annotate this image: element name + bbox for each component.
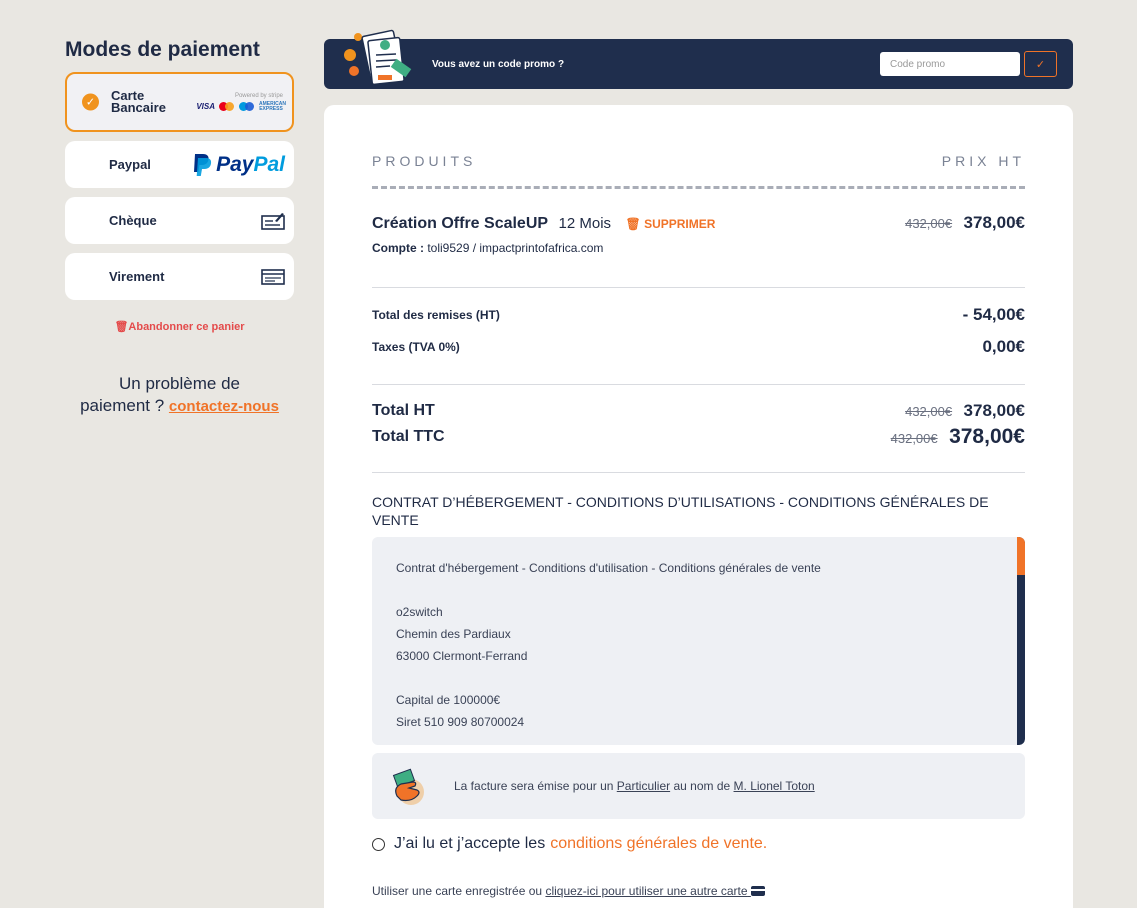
cheque-icon (261, 212, 285, 230)
invoice-prefix: La facture sera émise pour un (454, 779, 614, 793)
saved-card-row: Utiliser une carte enregistrée ou clique… (372, 884, 1025, 898)
taxes-label: Taxes (TVA 0%) (372, 340, 460, 354)
other-card-link[interactable]: cliquez-ici pour utiliser une autre cart… (545, 884, 765, 898)
mastercard-logo (219, 102, 235, 111)
divider (372, 287, 1025, 288)
promo-submit-button[interactable]: ✓ (1024, 51, 1057, 77)
terms-line: 63000 Clermont-Ferrand (396, 649, 528, 663)
accept-terms-text: J’ai lu et j’accepte les (394, 835, 546, 852)
accept-terms-radio[interactable] (372, 837, 385, 851)
card-brands: Powered by stripe VISA AMERICAN EXPRESS (196, 92, 286, 112)
card-label-line2: Bancaire (111, 100, 166, 115)
delete-product-button[interactable]: 🗑 SUPPRIMER (626, 217, 716, 231)
taxes-row: Taxes (TVA 0%) 0,00€ (372, 337, 1025, 357)
paypal-logo-pal: Pal (253, 152, 285, 176)
payment-option-cheque[interactable]: Chèque (65, 197, 294, 244)
discounts-value: - 54,00€ (962, 305, 1025, 324)
total-ttc-row: Total TTC 432,00€ 378,00€ (372, 425, 1025, 449)
divider (372, 384, 1025, 385)
payment-methods-title: Modes de paiement (65, 38, 260, 61)
delete-label: SUPPRIMER (644, 217, 716, 231)
trash-icon: 🗑 (114, 321, 129, 333)
taxes-value: 0,00€ (982, 337, 1025, 356)
abandon-cart-link[interactable]: 🗑Abandonner ce panier (65, 320, 294, 333)
payment-option-cheque-label: Chèque (109, 212, 157, 228)
terms-scrollbar[interactable] (1017, 537, 1025, 745)
column-price: PRIX HT (941, 153, 1025, 169)
promo-code-input[interactable] (880, 52, 1020, 76)
amex-logo: AMERICAN EXPRESS (259, 100, 286, 112)
cart-header: PRODUITS PRIX HT (372, 153, 1025, 169)
invoice-type-link[interactable]: Particulier (617, 779, 670, 793)
paypal-logo-pay: Pay (216, 152, 254, 176)
visa-logo: VISA (196, 102, 215, 111)
terms-scrollbar-thumb[interactable] (1017, 537, 1025, 575)
discounts-label: Total des remises (HT) (372, 308, 500, 322)
abandon-cart-label: Abandonner ce panier (128, 321, 245, 333)
stripe-badge: Powered by stripe (234, 92, 283, 99)
payment-problem: Un problème de paiement ? contactez-nous (65, 373, 294, 418)
contact-link[interactable]: contactez-nous (169, 398, 279, 415)
column-products: PRODUITS (372, 153, 477, 169)
total-ht-old: 432,00€ (905, 404, 953, 419)
divider (372, 472, 1025, 473)
account-label: Compte : (372, 241, 424, 255)
total-ht-label: Total HT (372, 402, 435, 419)
discounts-row: Total des remises (HT) - 54,00€ (372, 305, 1025, 325)
total-ht-value: 378,00€ (963, 401, 1025, 420)
terms-line: o2switch (396, 605, 443, 619)
terms-line: Chemin des Pardiaux (396, 627, 511, 641)
promo-question: Vous avez un code promo ? (432, 58, 565, 70)
payment-methods-panel: Modes de paiement ✓ Carte Bancaire Power… (65, 38, 294, 418)
money-hand-icon (392, 768, 424, 805)
payment-option-card[interactable]: ✓ Carte Bancaire Powered by stripe VISA … (65, 72, 294, 132)
product-duration: 12 Mois (558, 215, 612, 232)
promo-document-icon (344, 29, 412, 86)
cart-summary-card: PRODUITS PRIX HT Création Offre ScaleUP … (324, 105, 1073, 908)
terms-line: Siret 510 909 80700024 (396, 715, 525, 729)
check-icon: ✓ (1035, 58, 1046, 71)
terms-link-text: conditions générales de vente (550, 835, 763, 852)
invoice-name-link[interactable]: M. Lionel Toton (734, 779, 815, 793)
accept-terms: J’ai lu et j’accepte les conditions géné… (372, 835, 1025, 853)
paypal-mark-icon (194, 153, 212, 176)
total-ttc-value: 378,00€ (949, 425, 1025, 448)
total-ttc-label: Total TTC (372, 428, 445, 445)
payment-option-card-label: Carte Bancaire (111, 89, 166, 115)
terms-line: Capital de 100000€ (396, 693, 501, 707)
cart-product: Création Offre ScaleUP 12 Mois 🗑 SUPPRIM… (372, 213, 1025, 255)
product-name: Création Offre ScaleUP (372, 215, 549, 232)
saved-card-text: Utiliser une carte enregistrée ou (372, 884, 543, 898)
product-price: 378,00€ (963, 213, 1025, 232)
product-old-price: 432,00€ (905, 216, 953, 231)
payment-option-paypal-label: Paypal (109, 156, 151, 172)
problem-text-1: Un problème de (119, 374, 240, 393)
problem-text-2: paiement ? (80, 396, 165, 415)
other-card-link-text: cliquez-ici pour utiliser une autre cart… (545, 884, 748, 898)
terms-link-suffix: . (762, 835, 768, 852)
payment-option-transfer[interactable]: Virement (65, 253, 294, 300)
total-ttc-old: 432,00€ (890, 431, 938, 446)
account-value: toli9529 / impactprintofafrica.com (427, 241, 604, 255)
invoice-info: La facture sera émise pour un Particulie… (372, 753, 1025, 819)
payment-option-transfer-label: Virement (109, 268, 165, 284)
trash-icon: 🗑 (625, 217, 641, 231)
total-ht-row: Total HT 432,00€ 378,00€ (372, 401, 1025, 421)
terms-scroll-box[interactable]: Contrat d'hébergement - Conditions d'uti… (372, 537, 1025, 745)
promo-bar: Vous avez un code promo ? ✓ (324, 29, 1073, 89)
credit-card-icon (750, 886, 765, 896)
transfer-icon (261, 268, 285, 285)
payment-option-paypal[interactable]: Paypal PayPal (65, 141, 294, 188)
card-logos: VISA AMERICAN EXPRESS (196, 100, 286, 112)
maestro-logo (239, 102, 255, 111)
product-account: Compte : toli9529 / impactprintofafrica.… (372, 241, 1025, 255)
terms-title: CONTRAT D’HÉBERGEMENT - CONDITIONS D’UTI… (372, 494, 989, 528)
invoice-middle: au nom de (673, 779, 731, 793)
terms-link[interactable]: conditions générales de vente. (550, 835, 767, 853)
check-icon: ✓ (82, 93, 99, 111)
terms-line: Contrat d'hébergement - Conditions d'uti… (396, 561, 821, 575)
header-divider (372, 186, 1025, 189)
paypal-logo: PayPal (192, 153, 285, 177)
